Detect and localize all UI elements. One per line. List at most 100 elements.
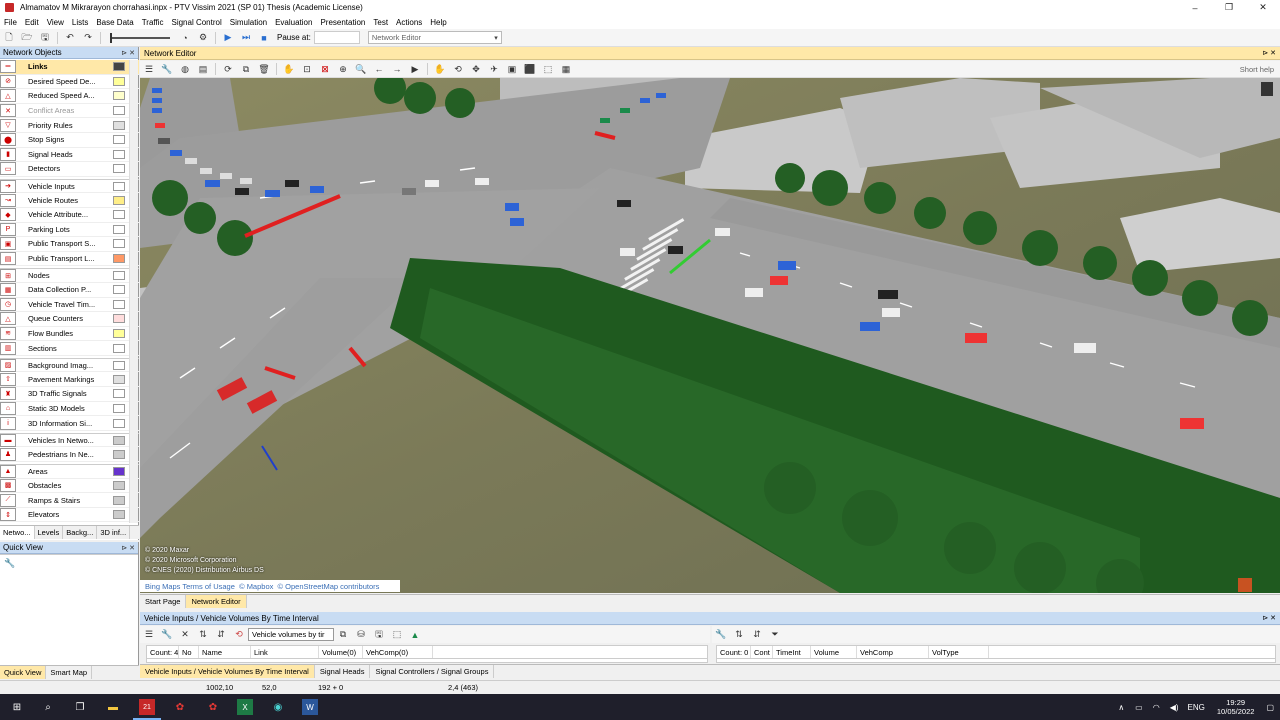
network-object-nodes[interactable]: ⊞ Nodes <box>0 268 139 283</box>
redo-icon[interactable]: ↷ <box>82 32 94 44</box>
save-icon[interactable]: 🖫 <box>39 32 51 44</box>
delete-icon[interactable]: 🗑 <box>258 63 270 75</box>
network-object-links[interactable]: ═ Links <box>0 60 139 75</box>
grid-menu-icon[interactable]: ☰ <box>143 63 155 75</box>
battery-icon[interactable]: ▭ <box>1135 703 1143 712</box>
notification-icon[interactable]: ▢ <box>1266 703 1274 712</box>
editor-type-select[interactable]: Network Editor ▾ <box>367 31 502 44</box>
display-style-swatch[interactable] <box>113 135 125 145</box>
column-header[interactable]: Name <box>199 646 251 658</box>
zoom-icon[interactable]: 🔍 <box>355 63 367 75</box>
network-object-public-transport-s[interactable]: ▣ Public Transport S... <box>0 237 139 252</box>
display-style-swatch[interactable] <box>113 389 125 399</box>
list-tab-0[interactable]: Vehicle Inputs / Vehicle Volumes By Time… <box>140 665 315 678</box>
app-icon[interactable]: ◉ <box>270 699 286 715</box>
network-object-vehicle-inputs[interactable]: ➔ Vehicle Inputs <box>0 178 139 194</box>
wifi-icon[interactable]: ◠ <box>1153 703 1160 712</box>
wrench-icon[interactable]: 🔧 <box>161 63 173 75</box>
new-file-icon[interactable]: 🗋 <box>3 32 15 44</box>
display-style-swatch[interactable] <box>113 91 125 101</box>
vissim-taskbar-icon[interactable]: 21 <box>133 699 161 720</box>
chevron-up-icon[interactable]: ∧ <box>1118 703 1124 712</box>
network-object-pedestrians-in-ne[interactable]: ♟ Pedestrians In Ne... <box>0 447 139 463</box>
network-object-obstacles[interactable]: ▩ Obstacles <box>0 478 139 494</box>
copy-icon[interactable]: ⧉ <box>240 63 252 75</box>
display-style-swatch[interactable] <box>113 195 125 205</box>
menu-lists[interactable]: Lists <box>68 18 92 27</box>
column-header[interactable]: TimeInt <box>773 646 811 658</box>
record-icon[interactable]: ⬛ <box>524 63 536 75</box>
column-header[interactable]: VolType <box>929 646 989 658</box>
network-object-vehicle-travel-tim[interactable]: ◷ Vehicle Travel Tim... <box>0 297 139 313</box>
column-header[interactable]: Count: 0 <box>717 646 751 658</box>
step-icon[interactable]: ⏭ <box>240 32 252 44</box>
pan-hand-icon[interactable]: ✋ <box>283 63 295 75</box>
network-object-vehicle-routes[interactable]: ↝ Vehicle Routes <box>0 193 139 208</box>
word-icon[interactable]: W <box>302 699 318 715</box>
3d-move-icon[interactable]: ✥ <box>470 63 482 75</box>
copy-icon[interactable]: ⧉ <box>337 629 349 641</box>
network-object-parking-lots[interactable]: P Parking Lots <box>0 222 139 238</box>
navigation-icon[interactable] <box>1261 82 1273 96</box>
network-object-ramps-stairs[interactable]: ⟋ Ramps & Stairs <box>0 493 139 508</box>
column-header[interactable]: VehComp <box>857 646 929 658</box>
display-style-swatch[interactable] <box>113 360 125 370</box>
wrench-icon[interactable]: 🔧 <box>161 629 173 641</box>
rotate-icon[interactable]: ⟳ <box>222 63 234 75</box>
network-object-sections[interactable]: ▥ Sections <box>0 341 139 356</box>
display-style-swatch[interactable] <box>113 299 125 309</box>
pause-at-input[interactable] <box>313 31 360 44</box>
display-style-swatch[interactable] <box>113 435 125 445</box>
search-icon[interactable]: ⌕ <box>40 699 56 715</box>
network-object-data-collection-p[interactable]: ▦ Data Collection P... <box>0 283 139 298</box>
menu-edit[interactable]: Edit <box>21 18 43 27</box>
network-object-priority-rules[interactable]: ▽ Priority Rules <box>0 118 139 133</box>
network-object-reduced-speed-a[interactable]: △ Reduced Speed A... <box>0 89 139 104</box>
menu-evaluation[interactable]: Evaluation <box>271 18 316 27</box>
network-3d-view[interactable]: © 2020 Maxar © 2020 Microsoft Corporatio… <box>140 78 1280 593</box>
list-controls[interactable]: ⊳ ✕ <box>1262 614 1276 622</box>
network-object-vehicles-in-netwo[interactable]: ▬ Vehicles In Netwo... <box>0 432 139 448</box>
menu-actions[interactable]: Actions <box>392 18 426 27</box>
app-icon[interactable]: ✿ <box>205 699 221 715</box>
display-style-swatch[interactable] <box>113 271 125 281</box>
menu-file[interactable]: File <box>0 18 21 27</box>
app-icon[interactable]: ✿ <box>172 699 188 715</box>
sort-asc-icon[interactable]: ⇅ <box>197 629 209 641</box>
pane-controls[interactable]: ⊳ ✕ <box>121 49 135 57</box>
editor-tab-1[interactable]: Network Editor <box>186 595 247 608</box>
layer-icon[interactable]: ▤ <box>197 63 209 75</box>
network-objects-tab-3[interactable]: 3D inf... <box>97 526 131 539</box>
column-header[interactable]: Volume(0) <box>319 646 363 658</box>
display-style-swatch[interactable] <box>113 254 125 264</box>
network-object-stop-signs[interactable]: ⬤ Stop Signs <box>0 133 139 148</box>
display-style-swatch[interactable] <box>113 224 125 234</box>
column-header[interactable]: Count: 4 <box>147 646 179 658</box>
file-explorer-icon[interactable]: ▬ <box>105 699 121 715</box>
network-object-areas[interactable]: ▲ Areas <box>0 464 139 479</box>
3d-rotate-icon[interactable]: ⟲ <box>452 63 464 75</box>
display-style-swatch[interactable] <box>113 210 125 220</box>
network-object-elevators[interactable]: ⇕ Elevators <box>0 508 139 523</box>
close-button[interactable]: ✕ <box>1246 0 1280 15</box>
maximize-button[interactable]: ❐ <box>1212 0 1246 15</box>
menu-presentation[interactable]: Presentation <box>316 18 369 27</box>
network-object-flow-bundles[interactable]: ≋ Flow Bundles <box>0 326 139 342</box>
display-style-swatch[interactable] <box>113 449 125 459</box>
column-header[interactable]: Cont <box>751 646 773 658</box>
language-indicator[interactable]: ENG <box>1188 703 1205 712</box>
zoom-network-icon[interactable]: ⊡ <box>301 63 313 75</box>
network-object-pavement-markings[interactable]: ⇧ Pavement Markings <box>0 372 139 388</box>
3d-hand-icon[interactable]: ✋ <box>434 63 446 75</box>
network-objects-tab-2[interactable]: Backg... <box>63 526 98 539</box>
open-folder-icon[interactable]: 🗁 <box>21 32 33 44</box>
back-icon[interactable]: ← <box>373 63 385 75</box>
display-style-swatch[interactable] <box>113 149 125 159</box>
column-header[interactable]: Link <box>251 646 319 658</box>
network-object-vehicle-attribute[interactable]: ◆ Vehicle Attribute... <box>0 208 139 223</box>
network-object-3d-information-si[interactable]: i 3D Information Si... <box>0 416 139 431</box>
mapbox-credit[interactable]: © Mapbox <box>239 582 273 591</box>
display-style-swatch[interactable] <box>113 106 125 116</box>
display-style-swatch[interactable] <box>113 181 125 191</box>
undo-icon[interactable]: ↶ <box>64 32 76 44</box>
